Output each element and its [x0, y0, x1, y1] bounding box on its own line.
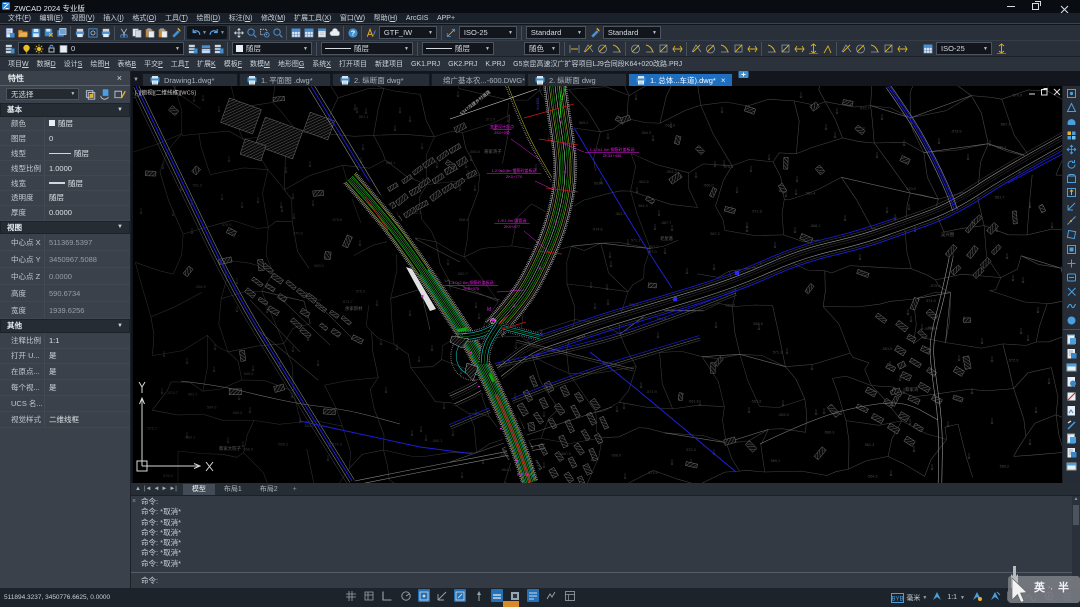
- svg-text:-573.9: -573.9: [647, 471, 658, 475]
- svg-text:蔡家大院子: 蔡家大院子: [219, 445, 242, 452]
- svg-text:563.0: 563.0: [314, 264, 324, 268]
- svg-text:570.0: 570.0: [222, 223, 232, 227]
- svg-text:570.9: 570.9: [293, 231, 303, 235]
- svg-text:560.5: 560.5: [561, 452, 571, 456]
- svg-text:1-2.0x2.0m 钢筋砼盖板涵: 1-2.0x2.0m 钢筋砼盖板涵: [491, 167, 536, 173]
- svg-text:-563.8: -563.8: [751, 400, 762, 404]
- svg-text:-574.7: -574.7: [167, 391, 178, 395]
- svg-text:1-Φ1.0m 圆管涵: 1-Φ1.0m 圆管涵: [498, 217, 527, 223]
- svg-text:-562.6: -562.6: [638, 180, 649, 184]
- svg-text:?: ?: [351, 28, 356, 37]
- svg-text:-563.1: -563.1: [184, 435, 195, 439]
- svg-text:ZK0+877: ZK0+877: [504, 224, 521, 229]
- svg-text:ZK0+0处: ZK0+0处: [494, 129, 510, 135]
- svg-text:560.1: 560.1: [305, 424, 315, 428]
- svg-text:565.2: 565.2: [579, 121, 589, 125]
- svg-text:568.5: 568.5: [726, 304, 736, 308]
- svg-text:560.2: 560.2: [1000, 465, 1010, 469]
- svg-text:-560.1: -560.1: [432, 439, 443, 443]
- svg-text:-564.1: -564.1: [501, 468, 512, 472]
- svg-text:561.0: 561.0: [193, 184, 203, 188]
- svg-text:568.1: 568.1: [386, 161, 396, 165]
- svg-text:572.7: 572.7: [148, 427, 158, 431]
- svg-text:-565.8: -565.8: [469, 150, 480, 154]
- svg-text:-561.3: -561.3: [615, 212, 626, 216]
- svg-text:564.9: 564.9: [638, 204, 648, 208]
- svg-text:561.4: 561.4: [806, 192, 816, 196]
- svg-text:-573.9: -573.9: [951, 130, 962, 134]
- svg-text:X=150: X=150: [535, 97, 540, 109]
- svg-text:-567.2: -567.2: [648, 245, 659, 249]
- svg-text:-564.3: -564.3: [867, 475, 878, 479]
- svg-text:568.4: 568.4: [459, 218, 469, 222]
- svg-text:-574.6: -574.6: [592, 228, 603, 232]
- svg-text:575.0: 575.0: [163, 474, 173, 478]
- svg-text:蔡家湾: 蔡家湾: [905, 386, 919, 393]
- svg-text:561.7: 561.7: [188, 393, 198, 397]
- svg-text:571.9: 571.9: [486, 117, 496, 121]
- svg-text:571.8: 571.8: [752, 209, 762, 213]
- svg-text:569.1: 569.1: [771, 459, 781, 463]
- svg-text:574.0: 574.0: [926, 299, 936, 303]
- svg-text:570.0: 570.0: [906, 187, 916, 191]
- svg-text:567.2: 567.2: [710, 232, 720, 236]
- svg-text:565.3: 565.3: [233, 411, 243, 415]
- svg-text:吴兴围: 吴兴围: [941, 231, 955, 238]
- svg-text:-569.9: -569.9: [664, 124, 675, 128]
- svg-text:-567.1: -567.1: [1000, 123, 1011, 127]
- svg-text:M: M: [487, 307, 491, 313]
- svg-text:变更设计起点: 变更设计起点: [490, 123, 514, 129]
- svg-text:BYB: BYB: [892, 596, 904, 602]
- svg-text:-572.7: -572.7: [859, 107, 870, 111]
- svg-text:561.3: 561.3: [865, 443, 875, 447]
- svg-text:[-][俯视][二维线框][WCS]: [-][俯视][二维线框][WCS]: [135, 89, 196, 97]
- svg-text:-566.0: -566.0: [703, 184, 714, 188]
- svg-text:570.9: 570.9: [1013, 93, 1023, 97]
- svg-text:-575.6: -575.6: [331, 218, 342, 222]
- svg-text:566.9: 566.9: [753, 322, 763, 326]
- svg-text:余家新村: 余家新村: [345, 305, 363, 312]
- svg-text:564.3: 564.3: [642, 131, 652, 135]
- svg-text:1-1.0x1.0m 钢筋砼盖板涵: 1-1.0x1.0m 钢筋砼盖板涵: [589, 146, 634, 152]
- svg-text:569.1: 569.1: [997, 145, 1007, 149]
- svg-text:563.0: 563.0: [594, 182, 604, 186]
- svg-text:ZK0+975: ZK0+975: [463, 286, 480, 291]
- svg-text:561.7: 561.7: [995, 195, 1005, 199]
- svg-text:-568.9: -568.9: [195, 285, 206, 289]
- svg-text:ZK0+770: ZK0+770: [506, 174, 523, 179]
- svg-text:-560.3: -560.3: [824, 431, 835, 435]
- svg-text:572.3: 572.3: [686, 448, 696, 452]
- svg-text:574.3: 574.3: [332, 442, 342, 446]
- svg-text:老屋基: 老屋基: [660, 235, 674, 242]
- svg-text:571.3: 571.3: [773, 350, 783, 354]
- svg-text:-569.2: -569.2: [277, 443, 288, 447]
- svg-text:-561.1: -561.1: [358, 115, 369, 119]
- svg-text:562.7: 562.7: [458, 272, 468, 276]
- svg-text:565.5: 565.5: [244, 372, 254, 376]
- svg-text:-561.0: -561.0: [882, 347, 893, 351]
- svg-text:-562.0: -562.0: [778, 413, 789, 417]
- svg-text:1-3.0x2.6m 钢筋砼盖板涵: 1-3.0x2.6m 钢筋砼盖板涵: [448, 279, 493, 285]
- svg-text:-567.7: -567.7: [661, 221, 672, 225]
- svg-text:-561.2: -561.2: [666, 170, 677, 174]
- svg-text:572.3: 572.3: [1009, 358, 1019, 362]
- svg-text:-571.9: -571.9: [646, 390, 657, 394]
- svg-text:-568.1: -568.1: [810, 224, 821, 228]
- svg-text:575.3: 575.3: [724, 165, 734, 169]
- svg-text:-568.0: -568.0: [610, 453, 621, 457]
- svg-text:ZK34+456: ZK34+456: [603, 153, 622, 158]
- svg-text:575.0: 575.0: [356, 290, 366, 294]
- svg-text:-571.7: -571.7: [342, 300, 353, 304]
- svg-text:-575.4: -575.4: [930, 284, 941, 288]
- svg-text:-561.6: -561.6: [688, 400, 699, 404]
- svg-text:564.0: 564.0: [207, 406, 217, 410]
- svg-text:571.1: 571.1: [631, 239, 641, 243]
- svg-text:黄家湾子: 黄家湾子: [484, 148, 502, 155]
- svg-text:-568.5: -568.5: [242, 447, 253, 451]
- svg-text:K0+980: K0+980: [517, 472, 532, 477]
